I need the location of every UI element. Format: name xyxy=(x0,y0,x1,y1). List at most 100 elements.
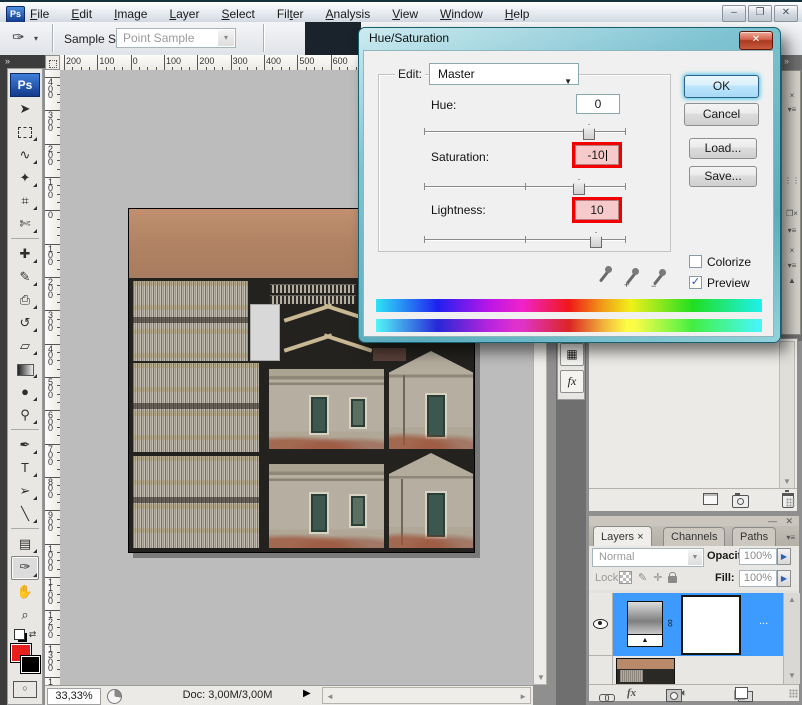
lightness-input[interactable]: 10 xyxy=(575,200,619,220)
load-button[interactable]: Load... xyxy=(689,138,757,159)
layer-visibility-cell[interactable] xyxy=(589,593,613,656)
fill-slider-arrow-icon[interactable]: ▶ xyxy=(777,570,791,587)
scroll-up-icon[interactable]: ▲ xyxy=(782,276,802,285)
new-document-from-state-icon[interactable] xyxy=(703,493,718,505)
panel-close-icon[interactable]: × xyxy=(782,91,802,100)
lightness-slider[interactable] xyxy=(424,231,626,249)
tool-spot-healing[interactable]: ✚ xyxy=(12,243,38,265)
ok-button[interactable]: OK xyxy=(684,75,759,98)
preview-checkbox[interactable]: ✓ xyxy=(689,276,702,289)
tool-clone-stamp[interactable]: ⎙ xyxy=(12,289,38,311)
tool-move[interactable]: ➤ xyxy=(12,98,38,120)
eye-icon[interactable] xyxy=(593,619,608,629)
tool-blur[interactable]: ● xyxy=(12,381,38,403)
layer-thumbnail[interactable] xyxy=(616,658,675,685)
menu-view[interactable]: View xyxy=(392,7,418,21)
layer-mask-thumbnail[interactable] xyxy=(681,595,741,655)
panel-grip-icon[interactable]: ⋮⋮ xyxy=(782,176,802,185)
panel-menu-icon[interactable]: ▾≡ xyxy=(782,226,802,235)
eyedropper-sample-icon[interactable] xyxy=(595,266,613,286)
tool-type[interactable]: T xyxy=(12,457,38,479)
restore-button[interactable]: ❐ xyxy=(748,5,772,22)
colorize-checkbox[interactable] xyxy=(689,255,702,268)
hue-slider-thumb[interactable] xyxy=(583,124,595,140)
edit-channel-select[interactable]: Master ▼ xyxy=(429,63,579,85)
close-button[interactable]: ✕ xyxy=(774,5,798,22)
default-colors-icon[interactable] xyxy=(14,629,25,640)
cancel-button[interactable]: Cancel xyxy=(684,103,759,126)
dock-collapse-icon[interactable]: » xyxy=(784,56,789,66)
add-layer-mask-icon[interactable] xyxy=(666,689,682,702)
link-layers-icon[interactable] xyxy=(599,694,614,702)
tool-hand[interactable]: ✋ xyxy=(12,581,38,603)
lock-paint-icon[interactable]: ✎ xyxy=(638,571,647,584)
panel-restore-icon[interactable]: ❐× xyxy=(782,209,802,218)
menu-window[interactable]: Window xyxy=(440,7,483,21)
layer-row-adjustment[interactable]: ▲ ∞ ... xyxy=(613,593,783,656)
menu-layer[interactable]: Layer xyxy=(169,7,199,21)
panel-menu-icon[interactable]: ▾≡ xyxy=(782,105,802,114)
lock-all-icon[interactable] xyxy=(668,576,677,583)
tab-paths[interactable]: Paths xyxy=(732,527,776,546)
styles-fx-icon[interactable]: fx xyxy=(560,370,584,393)
menu-filter[interactable]: Filter xyxy=(277,7,304,21)
chevron-down-icon[interactable]: ▾ xyxy=(218,30,234,46)
swatches-grid-icon[interactable]: ▦ xyxy=(560,343,584,366)
panel-menu-icon[interactable]: ▾≡ xyxy=(786,533,795,542)
eyedropper-icon[interactable]: ✑ xyxy=(12,28,25,46)
sample-size-select[interactable]: Point Sample ▾ xyxy=(116,28,236,48)
lightness-slider-thumb[interactable] xyxy=(590,232,602,248)
new-layer-icon[interactable] xyxy=(735,687,748,699)
tool-gradient[interactable] xyxy=(12,358,38,380)
tool-history-brush[interactable]: ↺ xyxy=(12,312,38,334)
toolbox-collapse-icon[interactable]: » xyxy=(0,55,46,68)
background-color-swatch[interactable] xyxy=(20,655,41,674)
tool-lasso[interactable]: ∿ xyxy=(12,144,38,166)
menu-edit[interactable]: Edit xyxy=(71,7,92,21)
scroll-right-icon[interactable]: ► xyxy=(519,692,527,701)
tool-brush[interactable]: ✎ xyxy=(12,266,38,288)
scroll-down-icon[interactable]: ▼ xyxy=(788,671,796,680)
tool-slice[interactable]: ✄ xyxy=(12,213,38,235)
scroll-down-icon[interactable]: ▼ xyxy=(537,673,545,682)
history-scrollbar[interactable]: ▼ xyxy=(779,341,795,489)
panel-minimize-icon[interactable]: — xyxy=(768,517,777,526)
menu-image[interactable]: Image xyxy=(114,7,147,21)
layers-scrollbar[interactable]: ▲ ▼ xyxy=(783,593,800,684)
tool-eraser[interactable]: ▱ xyxy=(12,335,38,357)
lock-position-icon[interactable]: ✛ xyxy=(653,571,662,584)
layer-style-fx-icon[interactable]: fx xyxy=(627,687,636,699)
scroll-down-icon[interactable]: ▼ xyxy=(783,477,791,486)
dialog-close-button[interactable]: ✕ xyxy=(739,31,773,50)
tool-pen[interactable]: ✒ xyxy=(12,434,38,456)
tool-quick-selection[interactable]: ✦ xyxy=(12,167,38,189)
tab-channels[interactable]: Channels xyxy=(663,527,725,546)
menu-file[interactable]: File xyxy=(30,7,49,21)
layer-row-background[interactable] xyxy=(589,656,783,685)
zoom-level-field[interactable]: 33,33% xyxy=(47,688,101,705)
tab-close-icon[interactable]: × xyxy=(637,531,643,543)
layer-name[interactable]: ... xyxy=(759,615,768,627)
scroll-left-icon[interactable]: ◄ xyxy=(326,692,334,701)
new-snapshot-camera-icon[interactable] xyxy=(732,495,749,508)
adjustment-layer-icon[interactable]: ◐ xyxy=(681,687,688,699)
blend-mode-select[interactable]: Normal ▼ xyxy=(592,548,704,567)
menu-help[interactable]: Help xyxy=(505,7,530,21)
tool-preset-arrow-icon[interactable]: ▾ xyxy=(34,34,38,43)
hue-slider[interactable] xyxy=(424,123,626,141)
layer-visibility-cell[interactable] xyxy=(589,656,613,684)
canvas-horizontal-scrollbar[interactable]: ◄ ► xyxy=(322,687,531,704)
opacity-slider-arrow-icon[interactable]: ▶ xyxy=(777,548,791,565)
resize-grip-icon[interactable] xyxy=(789,689,798,698)
panel-close-icon[interactable]: × xyxy=(782,246,802,255)
saturation-slider-thumb[interactable] xyxy=(573,179,585,195)
menu-select[interactable]: Select xyxy=(221,7,254,21)
document-size-readout[interactable]: Doc: 3,00M/3,00M xyxy=(135,689,320,701)
eyedropper-subtract-icon[interactable]: − xyxy=(649,269,667,289)
tab-layers[interactable]: Layers × xyxy=(593,526,652,547)
adjustment-layer-thumbnail[interactable] xyxy=(627,601,663,635)
tool-notes[interactable]: ▤ xyxy=(12,533,38,555)
fill-value[interactable]: 100% xyxy=(739,570,777,587)
swap-colors-icon[interactable]: ⇄ xyxy=(29,629,37,640)
eyedropper-add-icon[interactable]: + xyxy=(622,268,640,288)
